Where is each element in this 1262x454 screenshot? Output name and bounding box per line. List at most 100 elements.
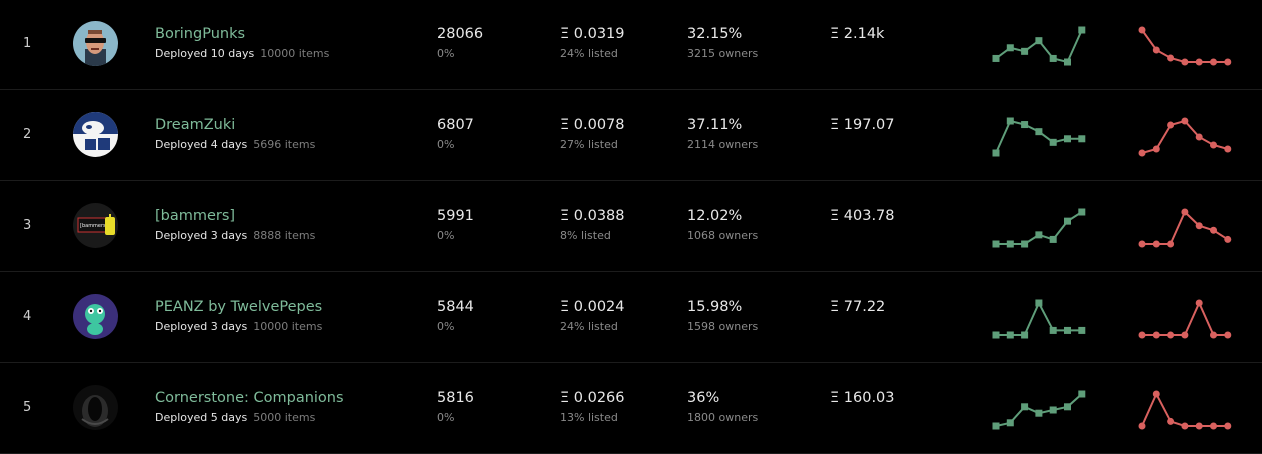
collection-meta: Deployed 10 days 10000 items xyxy=(155,47,329,60)
owner-count: 3215 owners xyxy=(687,47,759,60)
owners-percent: 36% xyxy=(687,390,720,406)
sales-count: 28066 xyxy=(437,26,484,42)
listed-percent: 13% listed xyxy=(560,411,618,424)
floor-sparkline xyxy=(1138,390,1232,430)
collection-name[interactable]: BoringPunks xyxy=(155,26,245,42)
sparkline-point xyxy=(1167,121,1175,129)
sparkline-point xyxy=(1049,235,1057,243)
floor-sparkline xyxy=(1138,208,1232,248)
floor-sparkline xyxy=(1138,117,1232,157)
listed-percent: 24% listed xyxy=(560,320,618,333)
sparkline-point xyxy=(1035,299,1043,307)
sparkline-point xyxy=(1138,26,1146,34)
rank-number: 3 xyxy=(23,218,32,233)
sparkline-point xyxy=(1078,326,1086,334)
collection-row[interactable]: 2 DreamZuki Deployed 4 days 5696 items 6807 0… xyxy=(0,91,1262,181)
punk-avatar-icon[interactable] xyxy=(73,21,118,66)
svg-text:[bammers]: [bammers] xyxy=(80,223,108,229)
sparkline-point xyxy=(1035,409,1043,417)
sparkline-point xyxy=(1064,326,1071,334)
sparkline-line xyxy=(1142,300,1228,336)
sparkline-point xyxy=(1021,331,1029,339)
sparkline-point xyxy=(1152,145,1160,153)
collection-name[interactable]: PEANZ by TwelvePepes xyxy=(155,299,322,315)
sales-count: 6807 xyxy=(437,117,474,133)
volume: Ξ 160.03 xyxy=(830,390,895,406)
sparkline-point xyxy=(1167,417,1175,425)
floor-trend-chart xyxy=(1137,115,1237,157)
bammers-avatar-icon[interactable]: [bammers] xyxy=(73,203,118,248)
sparkline-point xyxy=(1152,390,1160,398)
item-count: 10000 items xyxy=(260,47,330,60)
volume-sparkline xyxy=(992,299,1086,339)
sales-change: 0% xyxy=(437,320,455,333)
collection-meta: Deployed 5 days 5000 items xyxy=(155,411,315,424)
floor-price: Ξ 0.0319 xyxy=(560,26,625,42)
sparkline-point xyxy=(1049,54,1057,62)
floor-trend-chart xyxy=(1137,206,1237,248)
rank-number: 5 xyxy=(23,400,32,415)
floor-trend-chart xyxy=(1137,388,1237,430)
sparkline-point xyxy=(992,54,1000,62)
sparkline-point xyxy=(1224,422,1232,430)
volume-trend-chart xyxy=(991,115,1091,157)
sparkline-point xyxy=(1078,135,1086,143)
floor-sparkline xyxy=(1138,299,1232,339)
sparkline-point xyxy=(1138,331,1146,339)
sparkline-point xyxy=(1181,117,1189,125)
sparkline-line xyxy=(1141,29,1228,63)
sales-count: 5844 xyxy=(437,299,474,315)
collection-name[interactable]: [bammers] xyxy=(155,208,235,224)
sales-count: 5816 xyxy=(437,390,474,406)
floor-price: Ξ 0.0388 xyxy=(560,208,625,224)
collection-name[interactable]: DreamZuki xyxy=(155,117,235,133)
collection-row[interactable]: 4 PEANZ by TwelvePepes Deployed 3 days 1000… xyxy=(0,273,1262,363)
floor-price: Ξ 0.0024 xyxy=(560,299,625,315)
dreamzuki-avatar-icon[interactable] xyxy=(73,112,118,157)
sparkline-point xyxy=(1195,222,1203,230)
sparkline-point xyxy=(1210,58,1217,66)
volume: Ξ 197.07 xyxy=(830,117,895,133)
owner-count: 1068 owners xyxy=(687,229,759,242)
volume: Ξ 403.78 xyxy=(830,208,895,224)
collection-name[interactable]: Cornerstone: Companions xyxy=(155,390,344,406)
collection-meta: Deployed 4 days 5696 items xyxy=(155,138,315,151)
deployed-age: Deployed 3 days xyxy=(155,229,248,242)
volume: Ξ 2.14k xyxy=(830,26,885,42)
sparkline-point xyxy=(1064,217,1071,225)
sparkline-point xyxy=(992,149,1000,157)
sales-change: 0% xyxy=(437,138,455,151)
collection-row[interactable]: 5 Cornerstone: Companions Deployed 5 days 5… xyxy=(0,364,1262,454)
alien-helmet-avatar-icon[interactable] xyxy=(73,385,118,430)
collection-meta: Deployed 3 days 8888 items xyxy=(155,229,315,242)
sparkline-point xyxy=(1035,37,1043,45)
collection-meta: Deployed 3 days 10000 items xyxy=(155,320,322,333)
owners-percent: 37.11% xyxy=(687,117,743,133)
sparkline-point xyxy=(1021,403,1029,411)
sparkline-point xyxy=(1167,240,1175,248)
pepe-avatar-icon[interactable] xyxy=(73,294,118,339)
sparkline-point xyxy=(1035,128,1043,136)
owners-percent: 15.98% xyxy=(687,299,743,315)
item-count: 8888 items xyxy=(253,229,316,242)
sparkline-point xyxy=(1195,422,1203,430)
listed-percent: 27% listed xyxy=(560,138,618,151)
item-count: 10000 items xyxy=(253,320,323,333)
sparkline-point xyxy=(1195,299,1203,307)
rank-number: 4 xyxy=(23,309,32,324)
sales-change: 0% xyxy=(437,229,455,242)
sparkline-point xyxy=(1138,240,1146,248)
listed-percent: 24% listed xyxy=(560,47,618,60)
sparkline-line xyxy=(1141,391,1228,427)
owner-count: 1598 owners xyxy=(687,320,759,333)
volume-sparkline xyxy=(992,117,1086,157)
floor-price: Ξ 0.0078 xyxy=(560,117,625,133)
sparkline-point xyxy=(992,331,1000,339)
sparkline-point xyxy=(1224,58,1232,66)
sparkline-point xyxy=(1167,331,1175,339)
collection-row[interactable]: 3 [bammers] [bammers] Deployed 3 days 8888 i… xyxy=(0,182,1262,272)
sparkline-point xyxy=(1021,47,1029,55)
collection-row[interactable]: 1 BoringPunks Deployed 10 days 10000 items 2… xyxy=(0,0,1262,90)
sparkline-point xyxy=(1152,46,1160,54)
item-count: 5696 items xyxy=(253,138,316,151)
